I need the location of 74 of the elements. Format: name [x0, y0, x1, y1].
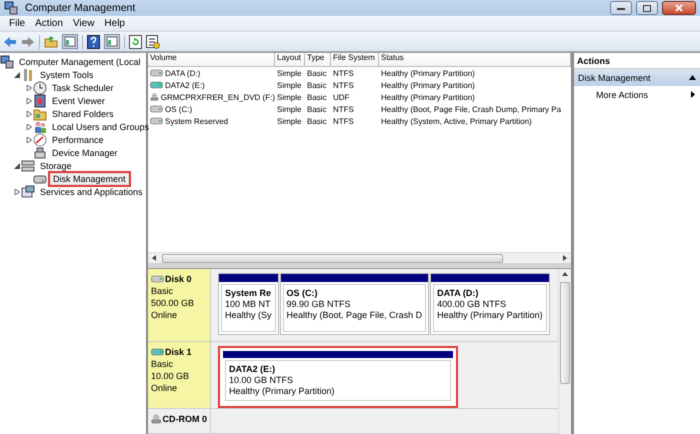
tree-item[interactable]: Computer Management (Local — [17, 56, 143, 66]
disk-name: Disk 1 — [165, 346, 192, 358]
table-cell: UDF — [333, 92, 350, 102]
partition-status: Healthy (Primary Partition) — [437, 310, 543, 321]
partition-block[interactable]: DATA2 (E:) 10.00 GB NTFS Healthy (Primary Partition) — [218, 346, 458, 408]
table-cell: NTFS — [333, 68, 354, 78]
tree-item[interactable]: Storage — [38, 160, 74, 170]
menu-item[interactable]: File — [4, 18, 30, 29]
partition-name: OS (C:) — [286, 288, 319, 299]
tree-item[interactable]: System Tools — [38, 70, 96, 80]
table-cell: Simple — [277, 116, 302, 126]
action-section-header[interactable]: Disk Management — [574, 69, 700, 86]
menu-item[interactable]: Help — [99, 18, 130, 29]
disk-name: CD-ROM 0 — [162, 413, 207, 425]
volume-name: OS (C:) — [165, 104, 192, 114]
tree-item[interactable]: Shared Folders — [50, 108, 116, 118]
table-cell: Healthy (Primary Partition) — [381, 92, 475, 102]
column-header[interactable]: Volume — [148, 53, 275, 67]
partition-size: 100 MB NT — [225, 299, 272, 310]
column-header[interactable]: Layout — [275, 53, 305, 67]
table-cell: NTFS — [333, 116, 354, 126]
tree-item[interactable]: Disk Management — [50, 172, 129, 184]
table-cell: Simple — [277, 104, 302, 114]
table-cell: Simple — [277, 68, 302, 78]
column-header[interactable]: Status — [379, 53, 571, 67]
column-header[interactable]: Type — [305, 53, 331, 67]
volume-name: DATA (D:) — [165, 68, 200, 78]
table-cell: Simple — [277, 80, 302, 90]
disk-type: Basic — [151, 358, 174, 370]
partition-size: 99.90 GB NTFS — [286, 299, 352, 310]
table-cell: Healthy (System, Active, Primary Partition) — [381, 116, 532, 126]
table-cell: Basic — [307, 80, 327, 90]
table-cell: Healthy (Boot, Page File, Crash Dump, Primary Pa — [381, 104, 562, 114]
tree-item[interactable]: Event Viewer — [50, 96, 107, 106]
table-cell: NTFS — [333, 104, 354, 114]
partition-name: System Re — [225, 288, 272, 299]
tree-item[interactable]: Services and Applications — [38, 186, 145, 196]
partition-status: Healthy (Sy — [225, 310, 272, 321]
partition-status: Healthy (Primary Partition) — [229, 386, 336, 397]
disk-name: Disk 0 — [165, 273, 192, 285]
section-title: Disk Management — [578, 72, 651, 82]
volume-name: System Reserved — [165, 116, 228, 126]
partition-size: 400.00 GB NTFS — [437, 299, 508, 310]
window-title: Computer Management — [25, 2, 136, 14]
partition-name: DATA2 (E:) — [229, 364, 276, 375]
volume-name: DATA2 (E:) — [165, 80, 205, 90]
partition-block[interactable]: OS (C:) 99.90 GB NTFS Healthy (Boot, Page File, Crash D — [280, 273, 430, 335]
tree-item[interactable]: Device Manager — [50, 148, 120, 158]
table-cell: Healthy (Primary Partition) — [381, 80, 475, 90]
tree-item[interactable]: Task Scheduler — [50, 82, 116, 92]
table-cell: NTFS — [333, 80, 354, 90]
menu-item[interactable]: View — [68, 18, 100, 29]
table-cell: Basic — [307, 92, 327, 102]
partition-block[interactable]: DATA (D:) 400.00 GB NTFS Healthy (Primary Partition) — [430, 273, 550, 335]
table-cell: Basic — [307, 104, 327, 114]
partition-name: DATA (D:) — [437, 288, 480, 299]
tree-item[interactable]: Local Users and Groups — [50, 122, 152, 132]
column-header[interactable]: File System — [331, 53, 379, 67]
disk-size: 10.00 GB — [151, 370, 190, 382]
menu-item[interactable]: Action — [30, 18, 68, 29]
table-cell: Healthy (Primary Partition) — [381, 68, 475, 78]
disk-status: Online — [151, 309, 178, 321]
partition-status: Healthy (Boot, Page File, Crash D — [286, 310, 422, 321]
table-cell: Basic — [307, 116, 327, 126]
table-cell: Simple — [277, 92, 302, 102]
partition-size: 10.00 GB NTFS — [229, 375, 294, 386]
disk-size: 500.00 GB — [151, 297, 196, 309]
tree-item[interactable]: Performance — [50, 134, 106, 144]
table-cell: Basic — [307, 68, 327, 78]
action-link[interactable]: More Actions — [574, 86, 700, 103]
volume-name: GRMCPRXFRER_EN_DVD (F:) — [160, 92, 275, 102]
disk-type: Basic — [151, 285, 174, 297]
partition-block[interactable]: System Re 100 MB NT Healthy (Sy — [218, 273, 279, 335]
disk-status: Online — [151, 382, 178, 394]
